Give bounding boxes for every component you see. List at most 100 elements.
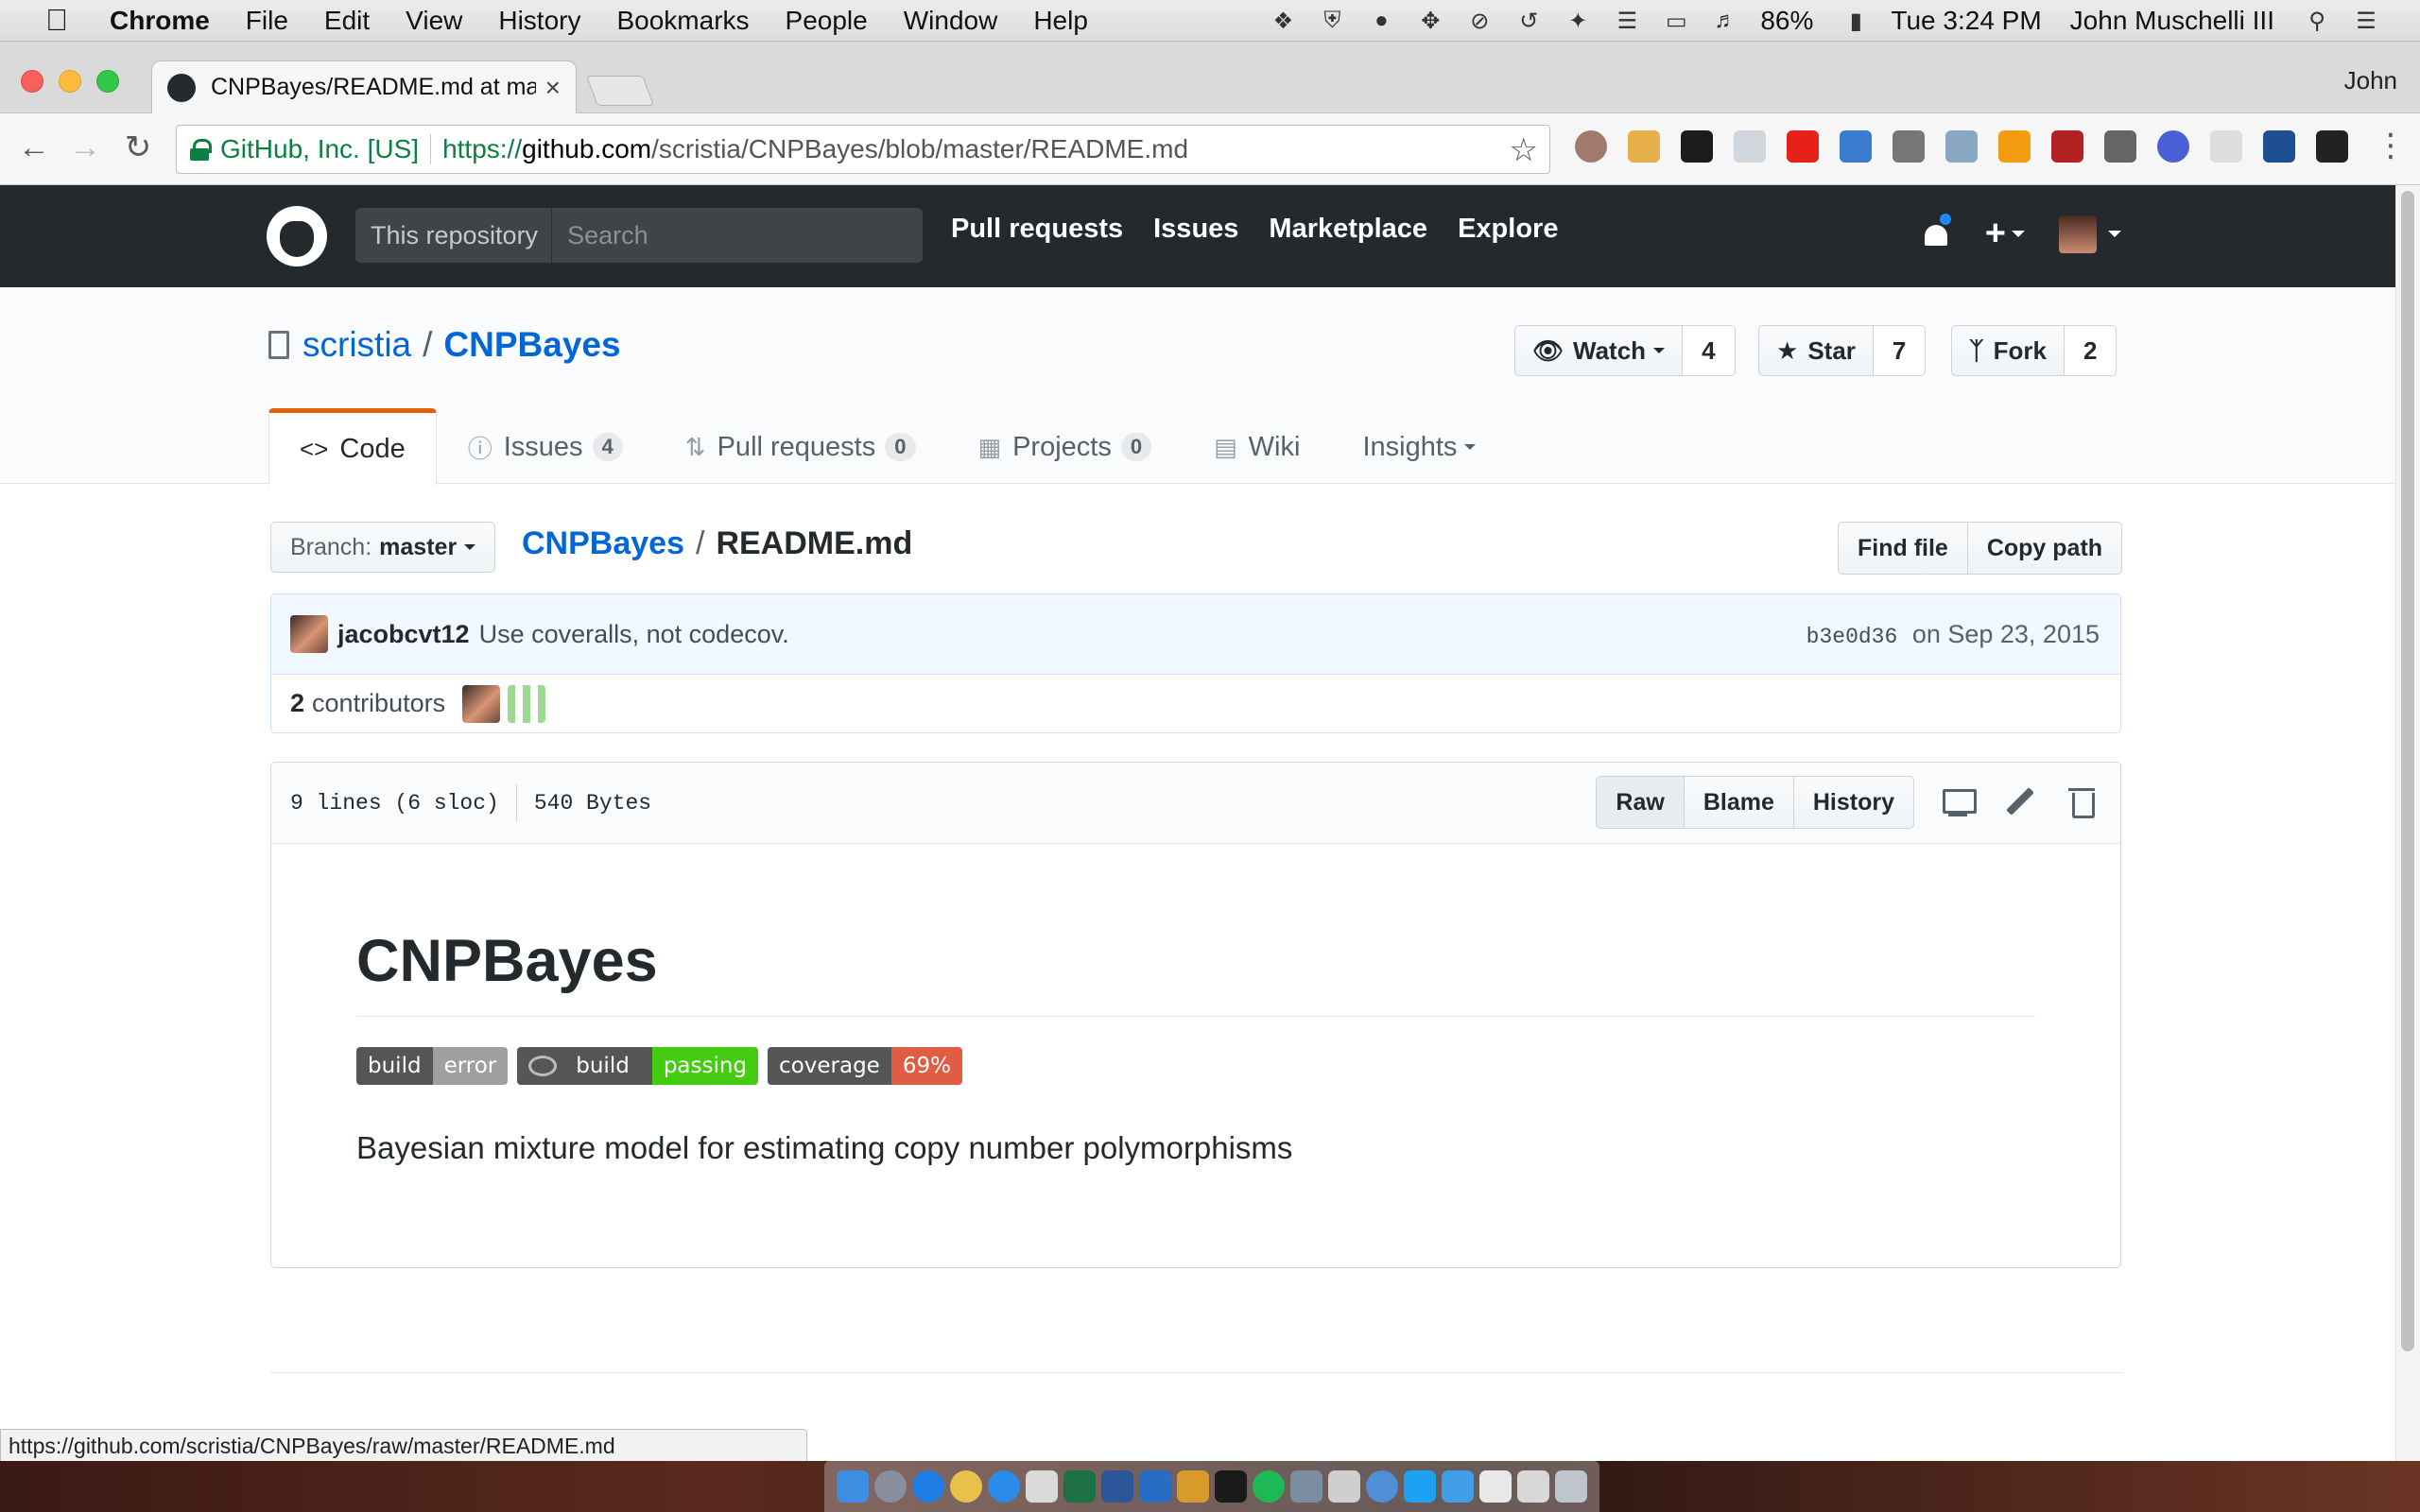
copy-path-button[interactable]: Copy path — [1967, 522, 2123, 575]
airplay-icon[interactable]: ▭ — [1662, 8, 1690, 34]
skype-icon[interactable] — [1442, 1470, 1474, 1503]
star-button[interactable]: ★ Star — [1758, 325, 1874, 376]
branch-select-button[interactable]: Branch: master — [270, 522, 496, 573]
extension-icon[interactable] — [2157, 130, 2189, 163]
tex-icon[interactable] — [1328, 1470, 1360, 1503]
extension-icon[interactable] — [1628, 130, 1660, 163]
cast-icon[interactable] — [1893, 130, 1925, 163]
wifi-icon[interactable]: ☰ — [1613, 8, 1641, 34]
menu-window[interactable]: Window — [904, 6, 998, 36]
avatar[interactable] — [290, 615, 328, 653]
app-store-icon[interactable] — [912, 1470, 944, 1503]
messages-icon[interactable] — [1366, 1470, 1398, 1503]
amazon-extension-icon[interactable] — [1998, 130, 2031, 163]
mail-icon[interactable] — [1290, 1470, 1322, 1503]
move-icon[interactable]: ✥ — [1416, 8, 1444, 34]
r-icon[interactable] — [1139, 1470, 1171, 1503]
spotlight-search-icon[interactable]: ⚲ — [2303, 8, 2331, 34]
nav-pull-requests[interactable]: Pull requests — [951, 214, 1123, 245]
bookmark-star-icon[interactable]: ☆ — [1510, 131, 1538, 169]
user-name[interactable]: John Muschelli III — [2070, 6, 2274, 36]
chrome-menu-icon[interactable]: ⋮ — [2375, 127, 2407, 164]
analytics-extension-icon[interactable] — [2263, 130, 2295, 163]
user-avatar[interactable] — [2059, 215, 2097, 253]
battery-icon[interactable]: ▮ — [1841, 8, 1870, 34]
extension-icon[interactable] — [1575, 130, 1607, 163]
repo-name-link[interactable]: CNPBayes — [443, 325, 620, 365]
contributor-avatar[interactable] — [462, 684, 501, 723]
clock[interactable]: Tue 3:24 PM — [1891, 6, 2041, 36]
commit-sha-link[interactable]: b3e0d36 — [1806, 625, 1898, 649]
edit-pencil-icon[interactable] — [2001, 783, 2039, 821]
bluetooth-icon[interactable]: ✦ — [1564, 8, 1592, 34]
apple-menu-icon[interactable]:  — [38, 3, 76, 38]
tab-code[interactable]: <> Code — [268, 408, 437, 486]
search-scope-label[interactable]: This repository — [355, 208, 553, 263]
chrome-icon[interactable] — [950, 1470, 982, 1503]
desktop-monitor-icon[interactable] — [1939, 783, 1977, 821]
search-input[interactable] — [552, 220, 923, 250]
menu-view[interactable]: View — [406, 6, 462, 36]
tab-insights[interactable]: Insights — [1331, 408, 1507, 486]
notification-center-icon[interactable]: ☰ — [2352, 8, 2380, 34]
forward-arrow-icon[interactable]: → — [66, 129, 104, 166]
blame-button[interactable]: Blame — [1684, 776, 1794, 829]
terminal-icon[interactable] — [1215, 1470, 1247, 1503]
nav-marketplace[interactable]: Marketplace — [1269, 214, 1427, 245]
extension-icon[interactable] — [2210, 130, 2242, 163]
reload-icon[interactable]: ↻ — [119, 129, 157, 166]
safari-icon[interactable] — [988, 1470, 1020, 1503]
tab-close-icon[interactable]: × — [545, 73, 561, 103]
breadcrumb-repo-link[interactable]: CNPBayes — [522, 525, 684, 562]
finder-icon[interactable] — [837, 1470, 869, 1503]
launchpad-icon[interactable] — [874, 1470, 907, 1503]
word-icon[interactable] — [1101, 1470, 1133, 1503]
commit-author-link[interactable]: jacobcvt12 — [337, 620, 470, 649]
menu-help[interactable]: Help — [1033, 6, 1088, 36]
raw-button[interactable]: Raw — [1596, 776, 1685, 829]
extension-icon[interactable] — [1945, 130, 1978, 163]
tab-projects[interactable]: ▦ Projects 0 — [947, 408, 1184, 486]
extension-icon[interactable] — [2104, 130, 2136, 163]
browser-tab-active[interactable]: CNPBayes/README.md at mas × — [151, 60, 577, 113]
find-file-button[interactable]: Find file — [1838, 522, 1968, 575]
delete-trash-icon[interactable] — [2064, 783, 2101, 821]
watch-button[interactable]: 👁 Watch — [1514, 325, 1684, 376]
commit-message-link[interactable]: Use coveralls, not codecov. — [479, 620, 789, 649]
search-extension-icon[interactable] — [1840, 130, 1872, 163]
create-new-plus-icon[interactable]: + — [1985, 214, 2006, 254]
github-logo-icon[interactable] — [267, 206, 327, 266]
window-maximize-button[interactable] — [96, 70, 119, 93]
tab-wiki[interactable]: ▤ Wiki — [1183, 408, 1331, 486]
downloads-icon[interactable] — [1517, 1470, 1549, 1503]
menu-people[interactable]: People — [786, 6, 868, 36]
preview-icon[interactable] — [1026, 1470, 1058, 1503]
shield-icon[interactable]: ⛨ — [1318, 8, 1346, 34]
window-close-button[interactable] — [21, 70, 43, 93]
menu-app-chrome[interactable]: Chrome — [110, 6, 210, 36]
evernote-icon[interactable]: ● — [1367, 8, 1395, 34]
history-button[interactable]: History — [1793, 776, 1914, 829]
trash-icon[interactable] — [1555, 1470, 1587, 1503]
menu-file[interactable]: File — [246, 6, 288, 36]
address-bar[interactable]: GitHub, Inc. [US] https:// github.com /s… — [176, 125, 1550, 174]
documents-icon[interactable] — [1479, 1470, 1512, 1503]
coverage-badge[interactable]: coverage 69% — [768, 1047, 962, 1085]
menu-edit[interactable]: Edit — [324, 6, 370, 36]
amazon-assistant-icon[interactable] — [2316, 130, 2348, 163]
watch-count[interactable]: 4 — [1683, 325, 1736, 376]
window-minimize-button[interactable] — [59, 70, 81, 93]
create-new-caret-icon[interactable] — [2012, 231, 2025, 237]
time-machine-icon[interactable]: ↺ — [1514, 8, 1543, 34]
new-tab-button[interactable] — [586, 76, 654, 106]
repo-owner-link[interactable]: scristia — [302, 325, 411, 365]
volume-icon[interactable]: ♬ — [1711, 8, 1739, 34]
contributors-bar[interactable]: 2 contributors — [270, 675, 2121, 733]
extension-icon[interactable] — [2051, 130, 2083, 163]
blocked-icon[interactable]: ⊘ — [1465, 8, 1494, 34]
nav-issues[interactable]: Issues — [1153, 214, 1238, 245]
page-scrollbar[interactable] — [2395, 185, 2420, 1461]
build-passing-badge[interactable]: build passing — [517, 1047, 759, 1085]
youtube-extension-icon[interactable] — [1787, 130, 1819, 163]
nav-explore[interactable]: Explore — [1458, 214, 1558, 245]
